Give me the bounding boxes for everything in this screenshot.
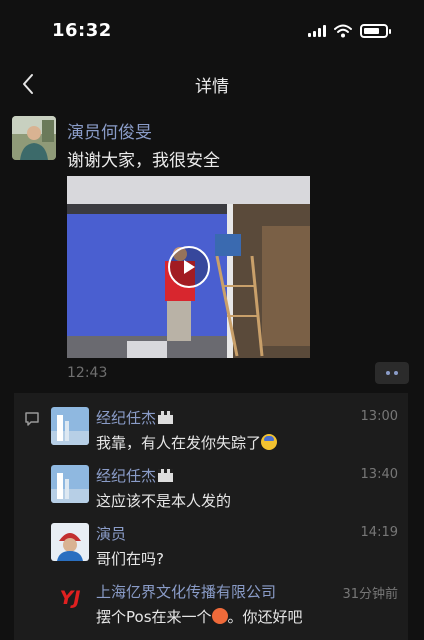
commenter-avatar[interactable]: [51, 407, 89, 445]
commenter-name[interactable]: 经纪任杰: [96, 407, 174, 428]
comment-item[interactable]: 演员 14:19 哥们在吗?: [14, 521, 408, 579]
comment-time: 13:00: [360, 409, 398, 424]
post-text: 谢谢大家，我很安全: [67, 151, 220, 171]
comment-text: 我靠，有人在发你失踪了: [96, 432, 278, 453]
commenter-name[interactable]: 经纪任杰: [96, 465, 174, 486]
comment-item[interactable]: 经纪任杰 13:00 我靠，有人在发你失踪了: [14, 405, 408, 463]
clapper-icon: [158, 411, 174, 424]
comment-item[interactable]: YJ 上海亿界文化传播有限公司 31分钟前 摆个Pos在来一个 。你还好吧: [14, 579, 408, 637]
wifi-icon: [334, 24, 352, 38]
battery-icon: [360, 24, 391, 38]
comment-text: 摆个Pos在来一个 。你还好吧: [96, 608, 303, 626]
page-title: 详情: [195, 77, 229, 97]
more-dots-icon: [386, 371, 390, 375]
signal-icon: [308, 25, 326, 37]
clapper-icon: [158, 469, 174, 482]
status-icons: [308, 24, 391, 38]
comment-time: 13:40: [360, 467, 398, 482]
commenter-avatar[interactable]: [51, 465, 89, 503]
status-time: 16:32: [52, 20, 112, 41]
comment-text: 这应该不是本人发的: [96, 492, 232, 510]
comment-section: 经纪任杰 13:00 我靠，有人在发你失踪了 经纪任杰 13:40 这应该不是本…: [14, 393, 408, 640]
nav-bar: 详情: [0, 60, 424, 106]
commenter-name[interactable]: 演员: [96, 523, 126, 544]
commenter-name[interactable]: 上海亿界文化传播有限公司: [96, 581, 276, 602]
post-author-name[interactable]: 演员何俊旻: [67, 118, 152, 143]
post-time: 12:43: [67, 365, 108, 381]
comment-time: 31分钟前: [342, 587, 398, 602]
comment-time: 14:19: [360, 525, 398, 540]
more-button[interactable]: [375, 362, 409, 384]
author-avatar[interactable]: [12, 116, 56, 160]
angry-face-icon: [211, 608, 228, 624]
commenter-avatar[interactable]: [51, 523, 89, 561]
comment-text: 哥们在吗?: [96, 550, 164, 568]
post-video[interactable]: [67, 176, 310, 358]
comment-item[interactable]: 经纪任杰 13:40 这应该不是本人发的: [14, 463, 408, 521]
play-icon: [184, 260, 195, 274]
status-bar: 16:32: [0, 0, 424, 60]
fearful-face-icon: [261, 434, 278, 450]
play-button[interactable]: [168, 246, 210, 288]
company-logo[interactable]: YJ: [51, 579, 89, 617]
